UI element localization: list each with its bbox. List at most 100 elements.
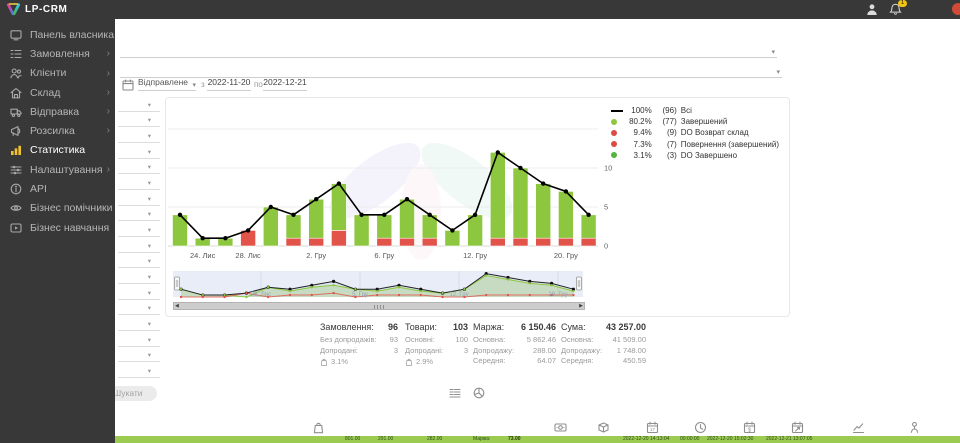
date-type-select[interactable]: Відправлене▾ <box>138 77 196 91</box>
sidebar-item-відправка[interactable]: Відправка› <box>0 102 115 121</box>
scroll-right-icon[interactable]: ▶ <box>579 302 583 310</box>
dashboard-icon <box>10 29 22 41</box>
sidebar-item-налаштування[interactable]: Налаштування› <box>0 160 115 179</box>
user-icon[interactable] <box>866 3 878 16</box>
stat-sub-label: Основні: <box>405 335 435 346</box>
svg-text:12. Гру: 12. Гру <box>449 292 468 298</box>
svg-text:28. Лис: 28. Лис <box>251 292 271 298</box>
left-filter-select[interactable]: ▾ <box>118 143 160 159</box>
legend-item[interactable]: 9.4%(9)DO Возврат склад <box>611 127 779 138</box>
sidebar-item-бізнес-помічники[interactable]: Бізнес помічники <box>0 199 115 218</box>
avatar[interactable] <box>952 3 960 15</box>
sidebar-item-label: Бізнес помічники <box>30 202 113 214</box>
stat-column: Замовлення:96Без допродажів:93Допродані:… <box>320 322 398 367</box>
legend-dot-symbol <box>611 141 617 147</box>
scrollbar-grip[interactable] <box>374 305 384 309</box>
table-cell-text: 291.00 <box>378 436 393 443</box>
chevron-down-icon: ▾ <box>148 257 151 265</box>
chevron-down-icon: ▾ <box>148 273 151 281</box>
sidebar-menu: Панель власникаЗамовлення›Клієнти›Склад›… <box>0 25 115 237</box>
api-icon <box>10 183 22 195</box>
sidebar-item-label: Статистика <box>30 144 85 156</box>
table-first-row[interactable]: 801.00291.00282.00Маржа:73.002022-12-20 … <box>115 436 960 443</box>
calendar-updated-icon[interactable] <box>791 421 804 434</box>
sidebar-item-api[interactable]: API <box>0 179 115 198</box>
navigator-handle[interactable] <box>175 277 180 290</box>
training-icon <box>10 222 22 234</box>
sidebar-item-бізнес-навчання[interactable]: Бізнес навчання <box>0 218 115 237</box>
stat-sub-label: Допродажу: <box>561 346 602 357</box>
left-filter-select[interactable]: ▾ <box>118 253 160 269</box>
chart-edit-icon[interactable] <box>852 421 865 434</box>
stat-title: Товари: <box>405 322 437 335</box>
sidebar-item-label: Панель власника <box>30 29 114 41</box>
stat-percent: 2.9% <box>416 357 433 366</box>
sidebar: Панель власникаЗамовлення›Клієнти›Склад›… <box>0 0 115 443</box>
time-icon[interactable] <box>694 421 707 434</box>
list-view-icon[interactable] <box>449 386 461 398</box>
left-filter-select[interactable]: ▾ <box>118 127 160 143</box>
orders-icon <box>10 48 22 60</box>
table-cell-text: 2022-12-20 14:13:04 <box>623 436 669 443</box>
chevron-down-icon: ▾ <box>148 304 151 312</box>
date-to-input[interactable]: 2022-12-21 <box>263 77 307 91</box>
calendar-paid-icon[interactable]: $ <box>743 421 756 434</box>
left-filter-select[interactable]: ▾ <box>118 284 160 300</box>
sidebar-item-label: Бізнес навчання <box>30 222 109 234</box>
sidebar-item-склад[interactable]: Склад› <box>0 83 115 102</box>
legend-label: Завершений <box>681 117 728 126</box>
notification-badge[interactable]: 1 <box>898 0 907 7</box>
clients-icon <box>10 67 22 79</box>
left-filter-select[interactable]: ▾ <box>118 159 160 175</box>
package-icon[interactable] <box>597 421 610 434</box>
bag-icon[interactable] <box>312 421 325 434</box>
lp-crm-logo-icon <box>6 2 21 17</box>
org-icon[interactable] <box>908 421 921 434</box>
statistics-icon <box>10 144 22 156</box>
stat-column: Сума:43 257.00Основна:41 509.00Допродажу… <box>561 322 646 367</box>
navigator-handle[interactable] <box>577 277 582 290</box>
sidebar-item-замовлення[interactable]: Замовлення › <box>0 44 115 63</box>
pie-view-icon[interactable] <box>473 386 485 398</box>
sidebar-item-статистика[interactable]: Статистика <box>0 141 115 160</box>
left-filter-select[interactable]: ▾ <box>118 300 160 316</box>
scroll-left-icon[interactable]: ◀ <box>175 302 179 310</box>
legend-label: Повернення (завершений) <box>681 140 779 149</box>
calendar-created-icon[interactable]: 17 <box>646 421 659 434</box>
sidebar-item-label: Відправка <box>30 106 79 118</box>
sidebar-item-клієнти[interactable]: Клієнти› <box>0 64 115 83</box>
stat-sub-label: Основна: <box>561 335 593 346</box>
svg-text:$: $ <box>748 427 751 433</box>
left-filter-select[interactable]: ▾ <box>118 221 160 237</box>
upsell-bag-icon <box>405 358 413 366</box>
left-filter-select[interactable]: ▾ <box>118 206 160 222</box>
left-filter-select[interactable]: ▾ <box>118 96 160 112</box>
legend-percent: 100% <box>626 106 652 115</box>
chart-navigator[interactable]: 28. Лис5. Гру12. Гру19. Гру <box>173 269 585 300</box>
date-from-input[interactable]: 2022-11-20 <box>207 77 251 91</box>
filter-select-1[interactable]: ▾ <box>120 44 777 58</box>
left-filter-select[interactable]: ▾ <box>118 237 160 253</box>
left-filter-select[interactable]: ▾ <box>118 174 160 190</box>
chevron-right-icon: › <box>107 48 110 59</box>
legend-item[interactable]: 100%(96)Всі <box>611 105 779 116</box>
chart-scrollbar[interactable]: ◀ ▶ <box>173 302 585 310</box>
chevron-right-icon: › <box>107 125 110 136</box>
chevron-right-icon: › <box>107 68 110 79</box>
left-filter-select[interactable]: ▾ <box>118 268 160 284</box>
legend-item[interactable]: 3.1%(3)DO Завершено <box>611 150 779 161</box>
legend-item[interactable]: 7.3%(7)Повернення (завершений) <box>611 139 779 150</box>
legend-item[interactable]: 80.2%(77)Завершений <box>611 116 779 127</box>
helpers-icon <box>10 202 22 214</box>
sidebar-item-панель-власника[interactable]: Панель власника <box>0 25 115 44</box>
left-filter-select[interactable]: ▾ <box>118 112 160 128</box>
orders-chart: 051024. Лис28. Лис2. Гру6. Гру12. Гру20.… <box>168 98 613 266</box>
left-filter-select[interactable]: ▾ <box>118 190 160 206</box>
sidebar-item-розсилка[interactable]: Розсилка› <box>0 121 115 140</box>
chevron-down-icon: ▾ <box>148 179 151 187</box>
filter-select-2[interactable]: ▾ <box>120 64 782 78</box>
money-icon[interactable] <box>554 421 567 434</box>
svg-text:5: 5 <box>604 203 608 212</box>
brand-title: LP-CRM <box>25 4 67 15</box>
sidebar-item-label: Замовлення <box>30 48 90 60</box>
